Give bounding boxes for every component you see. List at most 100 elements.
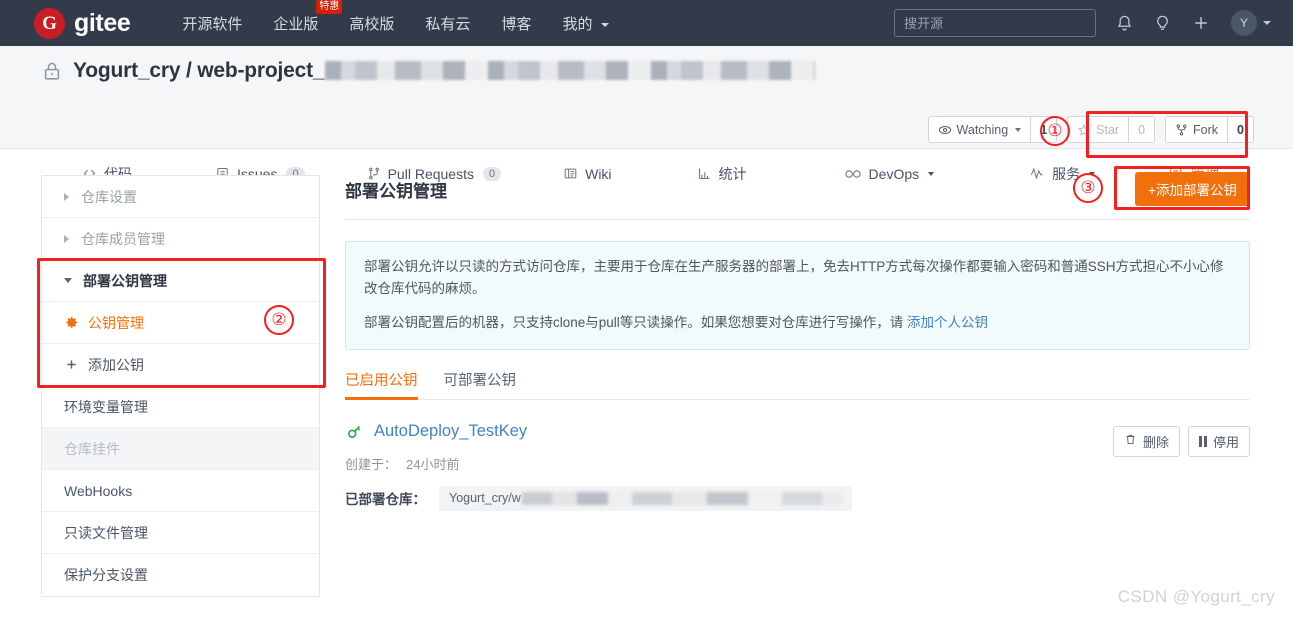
lightbulb-icon[interactable] [1153, 14, 1172, 33]
main-content: 部署公钥管理 +添加部署公钥 部署公钥允许以只读的方式访问仓库，主要用于仓库在生… [345, 172, 1250, 511]
sidebar-item-label: 仓库成员管理 [81, 230, 165, 247]
key-icon [345, 422, 364, 441]
created-value: 24小时前 [406, 456, 460, 472]
pause-icon [1198, 435, 1207, 447]
chevron-down-icon [1015, 127, 1022, 132]
delete-label: 删除 [1142, 434, 1169, 450]
disable-key-button[interactable]: 停用 [1187, 425, 1250, 457]
sidebar-item-repo-members[interactable]: 仓库成员管理 [42, 218, 319, 260]
tab-enabled-keys[interactable]: 已启用公钥 [345, 369, 418, 400]
chevron-right-icon [64, 234, 69, 243]
sidebar-item-add-key[interactable]: 添加公钥 [42, 344, 319, 386]
sidebar-item-webhooks[interactable]: WebHooks [42, 470, 319, 512]
fork-button[interactable]: Fork [1166, 117, 1227, 142]
plus-icon[interactable] [1191, 13, 1211, 33]
star-button-group[interactable]: Star 0 [1067, 116, 1156, 143]
promo-badge: 特惠 [316, 0, 343, 14]
sidebar-item-label: 环境变量管理 [64, 398, 148, 415]
nav-link-label: 开源软件 [182, 15, 243, 33]
repo-name: web-project_ [197, 59, 325, 82]
sidebar-item-label: 部署公钥管理 [83, 272, 167, 289]
disable-label: 停用 [1212, 434, 1239, 450]
search-input[interactable] [894, 9, 1096, 37]
add-deploy-key-button[interactable]: +添加部署公钥 [1135, 172, 1250, 206]
info-paragraph-1: 部署公钥允许以只读的方式访问仓库，主要用于仓库在生产服务器的部署上，免去HTTP… [364, 259, 1224, 296]
nav-link-mine[interactable]: 我的 [562, 13, 609, 34]
nav-link-label: 私有云 [425, 15, 471, 33]
gitee-brand[interactable]: G gitee [34, 7, 131, 39]
deploy-key-actions: 删除 停用 [1112, 425, 1250, 457]
watch-button[interactable]: Watching [929, 117, 1031, 142]
sidebar-item-deploy-keys[interactable]: 部署公钥管理 [42, 260, 319, 302]
watch-count[interactable]: 1 [1030, 117, 1057, 142]
nav-link-education[interactable]: 高校版 [349, 13, 394, 34]
sidebar-item-repo-settings[interactable]: 仓库设置 [42, 176, 319, 218]
lock-icon [41, 59, 63, 83]
deploy-key-item: AutoDeploy_TestKey 创建于： 24小时前 已部署仓库： Yog… [345, 422, 1250, 511]
repo-separator: / [185, 59, 192, 82]
repo-full-name[interactable]: Yogurt_cry / web-project_ [73, 59, 816, 83]
page-title: 部署公钥管理 [345, 181, 447, 201]
delete-key-button[interactable]: 删除 [1112, 425, 1180, 457]
trash-icon [1124, 433, 1137, 449]
nav-link-opensource[interactable]: 开源软件 [182, 13, 242, 34]
sidebar-item-label: 公钥管理 [88, 314, 144, 331]
chevron-down-icon [600, 22, 609, 27]
settings-sidebar: 仓库设置 仓库成员管理 部署公钥管理 公钥管理 添加公钥 环境变量管理 仓库挂件… [41, 175, 320, 597]
avatar: Y [1231, 10, 1257, 36]
nav-link-privatecloud[interactable]: 私有云 [425, 13, 470, 34]
key-tabs: 已启用公钥 可部署公钥 [345, 369, 1250, 400]
deployed-repo-label: 已部署仓库： [345, 492, 426, 508]
sidebar-item-label: 添加公钥 [88, 356, 144, 373]
deployed-repo-value: Yogurt_cry/w [439, 485, 852, 511]
content-header: 部署公钥管理 +添加部署公钥 [345, 172, 1250, 220]
gitee-brand-name: gitee [74, 8, 131, 37]
deploy-key-repo: 已部署仓库： Yogurt_cry/w [345, 485, 1250, 511]
gitee-page: G gitee 开源软件 企业版 特惠 高校版 私有云 博客 我的 搜开源 Y … [0, 0, 1293, 621]
sidebar-item-protected-branches[interactable]: 保护分支设置 [42, 554, 319, 596]
watermark: CSDN @Yogurt_cry [1117, 587, 1275, 606]
star-label: Star [1096, 122, 1120, 137]
user-menu[interactable]: Y [1231, 10, 1271, 36]
deploy-key-name[interactable]: AutoDeploy_TestKey [374, 422, 527, 441]
watch-label: Watching [956, 122, 1009, 137]
redacted-repo-suffix [325, 61, 816, 80]
nav-link-label: 高校版 [349, 15, 395, 33]
repo-owner: Yogurt_cry [73, 59, 181, 82]
chevron-down-icon [1263, 21, 1271, 25]
sidebar-item-label: 仓库挂件 [64, 440, 120, 457]
sidebar-item-label: WebHooks [64, 482, 133, 499]
deployed-repo-text: Yogurt_cry/w [449, 491, 521, 506]
nav-link-enterprise[interactable]: 企业版 特惠 [273, 0, 343, 34]
fork-button-group[interactable]: Fork 0 [1165, 116, 1254, 143]
top-navbar-right: Y [894, 9, 1271, 37]
nav-link-label: 企业版 [273, 15, 319, 33]
fork-label: Fork [1193, 122, 1219, 137]
nav-link-label: 我的 [562, 15, 593, 33]
sidebar-item-repo-widget: 仓库挂件 [42, 428, 319, 470]
sidebar-item-label: 仓库设置 [81, 188, 137, 205]
repo-header: Yogurt_cry / web-project_ Watching 1 Sta… [0, 46, 1293, 195]
nav-link-blog[interactable]: 博客 [501, 13, 531, 34]
star-button[interactable]: Star [1068, 117, 1128, 142]
bell-icon[interactable] [1115, 14, 1134, 33]
sidebar-item-readonly-files[interactable]: 只读文件管理 [42, 512, 319, 554]
star-count[interactable]: 0 [1128, 117, 1155, 142]
watch-button-group[interactable]: Watching 1 [927, 116, 1058, 143]
tab-deployable-keys[interactable]: 可部署公钥 [444, 369, 517, 399]
gear-icon [64, 315, 79, 330]
chevron-right-icon [64, 192, 69, 201]
sidebar-item-label: 保护分支设置 [64, 567, 148, 583]
add-personal-key-link[interactable]: 添加个人公钥 [907, 315, 988, 330]
nav-link-label: 博客 [501, 15, 532, 33]
breadcrumb: Yogurt_cry / web-project_ [41, 59, 816, 83]
gitee-logo-icon: G [34, 7, 65, 39]
info-paragraph-2-text: 部署公钥配置后的机器，只支持clone与pull等只读操作。如果您想要对仓库进行… [364, 314, 908, 330]
fork-count[interactable]: 0 [1227, 117, 1253, 142]
sidebar-item-label: 只读文件管理 [64, 524, 148, 541]
created-label: 创建于： [345, 456, 398, 472]
top-navbar-links: 开源软件 企业版 特惠 高校版 私有云 博客 我的 [182, 0, 639, 34]
chevron-down-icon [64, 278, 72, 283]
sidebar-item-env-vars[interactable]: 环境变量管理 [42, 386, 319, 428]
sidebar-item-key-management[interactable]: 公钥管理 [42, 302, 319, 344]
